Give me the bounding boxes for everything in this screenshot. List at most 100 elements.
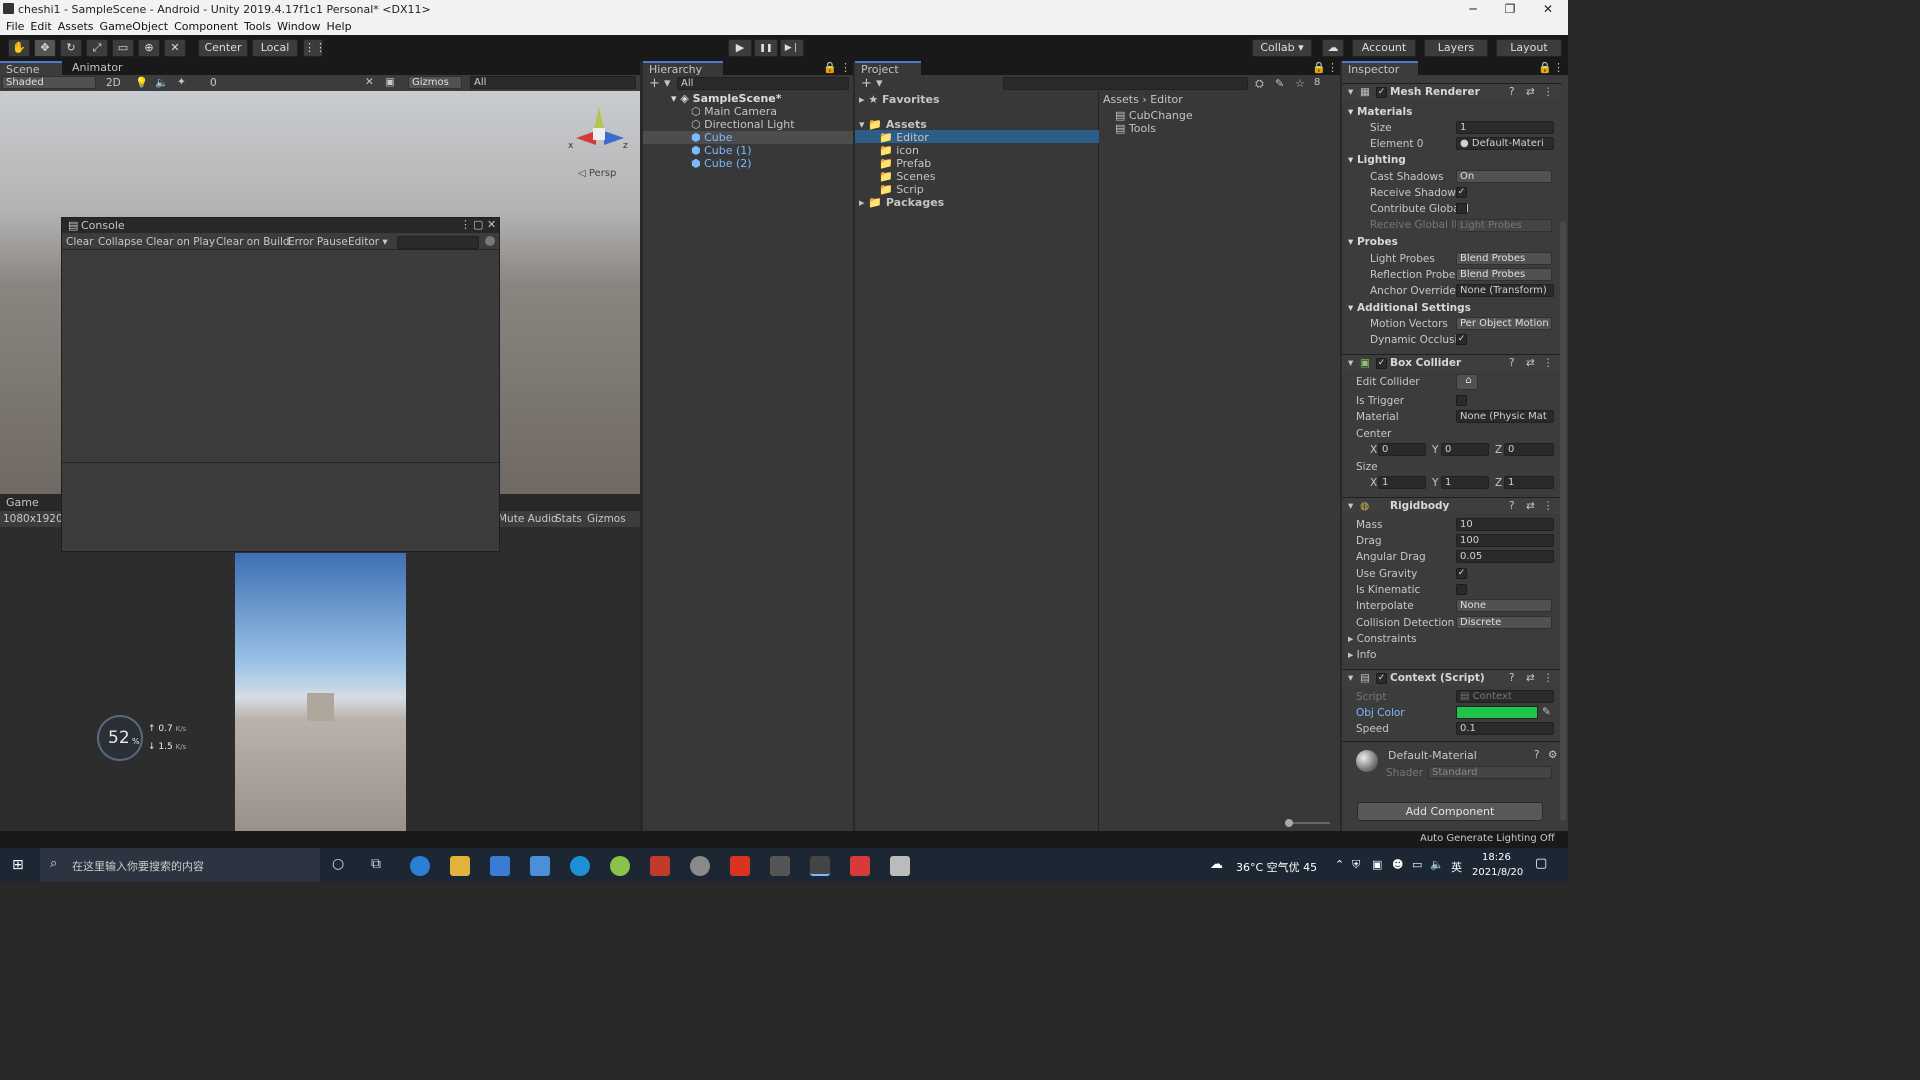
clear-on-play-button[interactable]: Clear on Play: [146, 236, 215, 248]
folder-prefab[interactable]: 📁 Prefab: [879, 157, 931, 170]
scene-root-item[interactable]: ▾ ◈ SampleScene*: [671, 92, 782, 105]
rotate-tool-icon[interactable]: ↻: [60, 39, 82, 57]
box-collider-header[interactable]: ▾ ▣ ✓ Box Collider ? ⇄ ⋮: [1342, 354, 1562, 371]
grid-snap-icon[interactable]: ⋮⋮: [303, 39, 326, 57]
console-menu-icon[interactable]: ⋮: [460, 218, 471, 231]
tray-app2-icon[interactable]: ☻: [1392, 858, 1403, 871]
ime-indicator[interactable]: 英: [1451, 859, 1462, 875]
pivot-center-button[interactable]: Center: [198, 39, 248, 57]
weather-cloud-icon[interactable]: ☁: [1210, 857, 1223, 872]
shader-dropdown[interactable]: Standard: [1428, 766, 1552, 779]
tab-inspector[interactable]: Inspector: [1342, 61, 1418, 76]
pivot-local-button[interactable]: Local: [252, 39, 298, 57]
edge-icon[interactable]: [410, 856, 430, 876]
console-split[interactable]: [62, 462, 499, 463]
material-help-icon[interactable]: ?: [1534, 749, 1540, 761]
cortana-icon[interactable]: ○: [332, 856, 344, 872]
help-icon[interactable]: ?: [1509, 86, 1515, 98]
size-y-field[interactable]: 1: [1441, 476, 1489, 489]
interpolate-dropdown[interactable]: None: [1456, 599, 1552, 612]
tools-icon[interactable]: ✕: [365, 76, 374, 88]
hierarchy-search-input[interactable]: All: [677, 77, 849, 90]
menu-edit[interactable]: Edit: [30, 20, 51, 33]
tray-app-icon[interactable]: ▣: [1372, 858, 1382, 871]
console-titlebar[interactable]: ▤ Console ⋮ ▢ ✕: [62, 218, 499, 233]
custom-tool-icon[interactable]: ✕: [164, 39, 186, 57]
editor-dropdown[interactable]: Editor ▾: [348, 236, 388, 248]
hand-tool-icon[interactable]: ✋: [8, 39, 30, 57]
hierarchy-add-button[interactable]: + ▾: [649, 76, 671, 91]
rigidbody-header[interactable]: ▾ ◍ Rigidbody ? ⇄ ⋮: [1342, 497, 1562, 514]
obj-color-swatch[interactable]: [1456, 706, 1538, 719]
notification-icon[interactable]: ▢: [1535, 856, 1547, 871]
move-tool-icon[interactable]: ✥: [34, 39, 56, 57]
windows-start-icon[interactable]: ⊞: [12, 857, 24, 873]
tab-animator[interactable]: Animator: [66, 61, 136, 75]
additional-settings-section[interactable]: ▾ Additional Settings: [1348, 302, 1471, 314]
context-script-enabled[interactable]: ✓: [1376, 673, 1387, 684]
hidden-objects-count[interactable]: 0: [210, 77, 217, 89]
folder-editor[interactable]: 📁 Editor: [879, 131, 929, 144]
weather-text[interactable]: 36°C 空气优 45: [1236, 859, 1317, 875]
collapse-arrow-icon[interactable]: ▾: [1348, 357, 1353, 369]
gizmos-dropdown[interactable]: Gizmos: [408, 76, 462, 89]
layers-dropdown[interactable]: Layers: [1424, 39, 1488, 57]
security-icon[interactable]: ⛨: [1352, 858, 1360, 872]
materials-size-field[interactable]: 1: [1456, 121, 1554, 134]
game-gizmos-dropdown[interactable]: Gizmos: [587, 513, 626, 525]
box-collider-enabled[interactable]: ✓: [1376, 358, 1387, 369]
maximize-button[interactable]: ❐: [1492, 0, 1528, 18]
size-z-field[interactable]: 1: [1504, 476, 1554, 489]
angular-drag-field[interactable]: 0.05: [1456, 550, 1554, 563]
folder-icon[interactable]: 📁 icon: [879, 144, 919, 157]
favorites-item[interactable]: ▸ ★ Favorites: [859, 93, 940, 106]
tab-hierarchy[interactable]: Hierarchy: [643, 61, 723, 76]
scale-tool-icon[interactable]: ⤢: [86, 39, 108, 57]
layout-dropdown[interactable]: Layout: [1496, 39, 1562, 57]
project-search-input[interactable]: [1003, 77, 1248, 90]
console-maximize-icon[interactable]: ▢: [473, 218, 483, 231]
is-trigger-checkbox[interactable]: [1456, 395, 1467, 406]
center-x-field[interactable]: 0: [1378, 443, 1426, 456]
hierarchy-item-cube-1[interactable]: ⬢ Cube (1): [691, 144, 752, 157]
hierarchy-item-main-camera[interactable]: ⬡ Main Camera: [691, 105, 777, 118]
tab-project[interactable]: Project: [855, 61, 921, 76]
game-viewport[interactable]: 52 % ↑ 0.7 K/s ↓ 1.5 K/s: [0, 527, 640, 831]
help-icon[interactable]: ?: [1509, 357, 1515, 369]
hierarchy-item-directional-light[interactable]: ⬡ Directional Light: [691, 118, 795, 131]
tab-scene[interactable]: Scene: [0, 61, 62, 76]
component-menu-icon[interactable]: ⋮: [1543, 86, 1554, 98]
hierarchy-item-cube[interactable]: ⬢ Cube: [691, 131, 733, 144]
lighting-status[interactable]: Auto Generate Lighting Off: [1420, 833, 1555, 844]
breadcrumb-editor[interactable]: Editor: [1150, 93, 1183, 106]
console-close-icon[interactable]: ✕: [487, 218, 496, 231]
collider-material-field[interactable]: None (Physic Mat: [1456, 410, 1554, 423]
cloud-icon[interactable]: ☁: [1322, 39, 1344, 57]
edit-collider-button[interactable]: ⌂: [1456, 374, 1478, 390]
app2-icon[interactable]: [690, 856, 710, 876]
recorder-icon[interactable]: [650, 856, 670, 876]
lighting-toggle-icon[interactable]: 💡: [135, 76, 148, 89]
step-button[interactable]: ▶❘: [780, 39, 804, 57]
file-cubchange[interactable]: ▤ CubChange: [1115, 109, 1193, 122]
context-script-header[interactable]: ▾ ▤ ✓ Context (Script) ? ⇄ ⋮: [1342, 669, 1562, 686]
lighting-section[interactable]: ▾ Lighting: [1348, 154, 1406, 166]
contribute-gi-checkbox[interactable]: [1456, 203, 1467, 214]
eyedropper-icon[interactable]: ✎: [1542, 706, 1551, 718]
gizmo-center[interactable]: [593, 128, 605, 140]
speed-field[interactable]: 0.1: [1456, 722, 1554, 735]
stats-toggle[interactable]: Stats: [555, 513, 582, 525]
effects-toggle-icon[interactable]: ✦: [177, 76, 186, 88]
reflection-probes-dropdown[interactable]: Blend Probes: [1456, 268, 1552, 281]
minimize-button[interactable]: ─: [1455, 0, 1491, 18]
menu-window[interactable]: Window: [277, 20, 320, 33]
console-clear-button[interactable]: Clear: [66, 236, 93, 248]
preset-icon[interactable]: ⇄: [1526, 500, 1535, 512]
inspector-menu-icon[interactable]: ⋮: [1553, 61, 1564, 75]
use-gravity-checkbox[interactable]: ✓: [1456, 568, 1467, 579]
app4-icon[interactable]: [890, 856, 910, 876]
cast-shadows-dropdown[interactable]: On: [1456, 170, 1552, 183]
is-kinematic-checkbox[interactable]: [1456, 584, 1467, 595]
receive-shadows-checkbox[interactable]: ✓: [1456, 187, 1467, 198]
task-view-icon[interactable]: ⧉: [371, 856, 381, 872]
